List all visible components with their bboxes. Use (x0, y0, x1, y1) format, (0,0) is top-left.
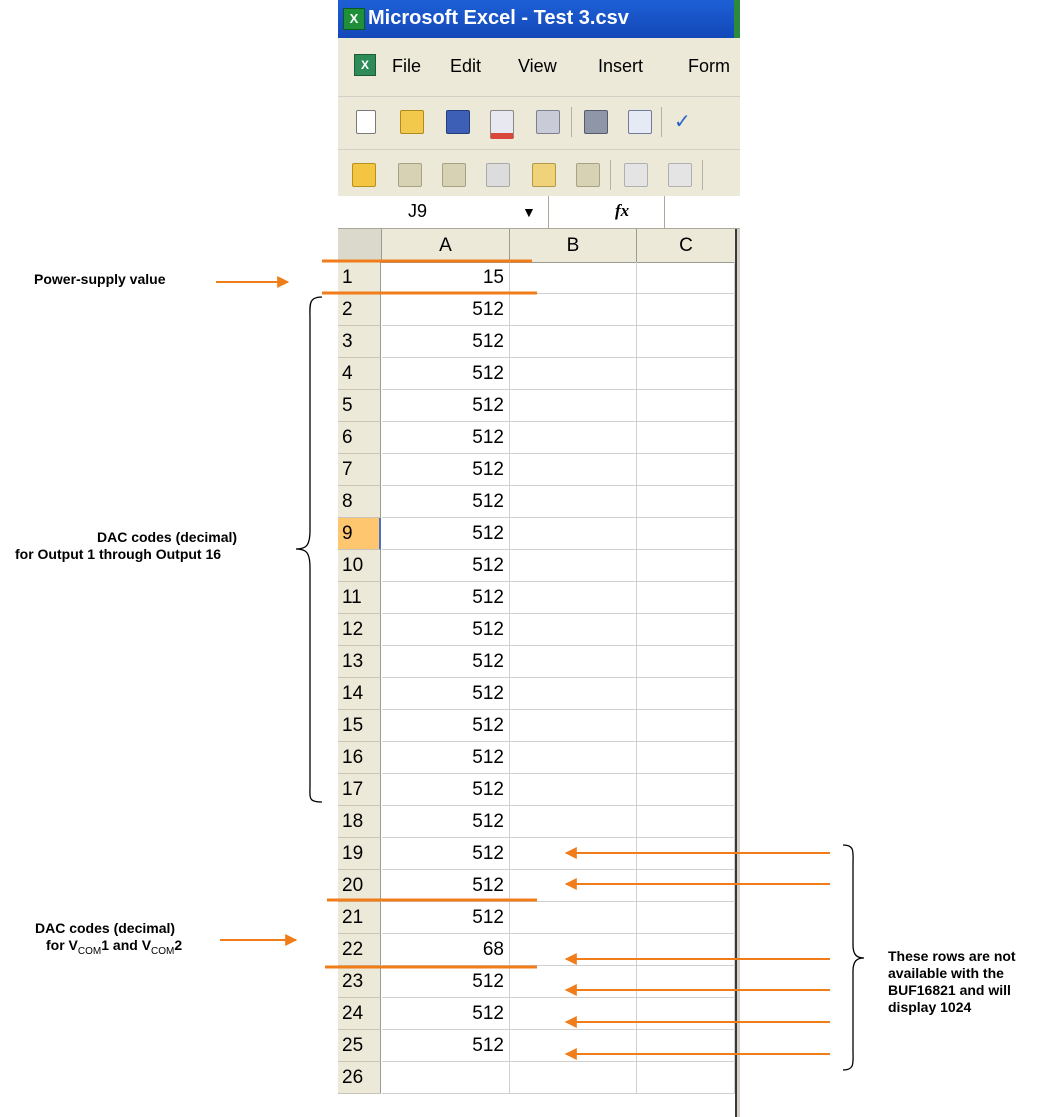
right-brace-unavailable (842, 844, 865, 1071)
left-brace-outputs (295, 296, 323, 803)
annotation-overlay (216, 259, 865, 1071)
